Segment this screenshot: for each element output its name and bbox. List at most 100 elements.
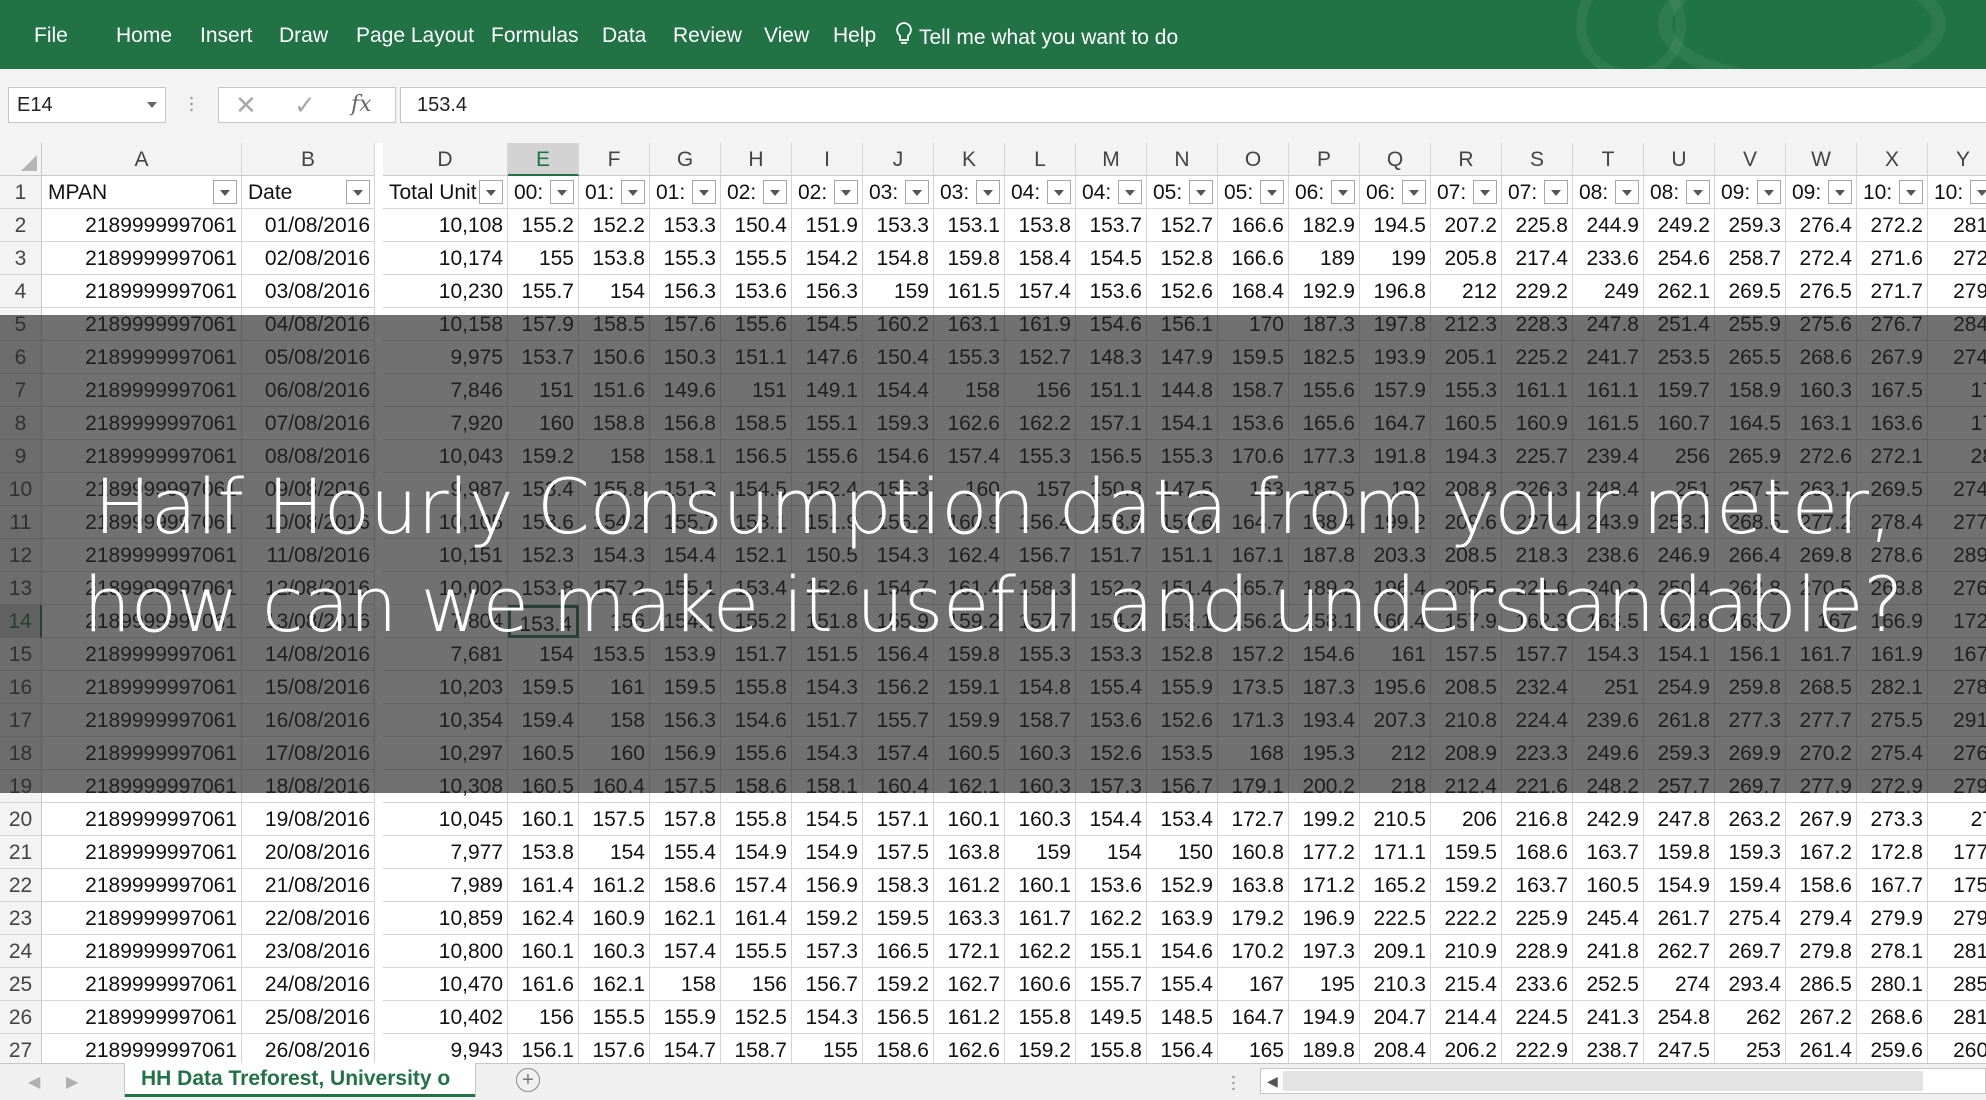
table-cell[interactable]: 155.8 xyxy=(1076,1034,1147,1063)
row-header[interactable]: 26 xyxy=(0,1001,42,1034)
filter-dropdown-icon[interactable] xyxy=(1686,180,1710,204)
table-cell[interactable]: 154 xyxy=(579,275,650,308)
table-cell[interactable]: 238.7 xyxy=(1573,1034,1644,1063)
table-cell[interactable]: 177. xyxy=(1928,836,1986,869)
column-header-v[interactable]: V xyxy=(1715,143,1786,176)
table-cell[interactable]: 9,943 xyxy=(383,1034,508,1063)
row-header[interactable]: 1 xyxy=(0,176,42,209)
table-cell[interactable]: 158.3 xyxy=(863,869,934,902)
table-cell[interactable]: 267.9 xyxy=(1786,803,1857,836)
table-cell[interactable]: 166.5 xyxy=(863,935,934,968)
row-header[interactable]: 27 xyxy=(0,1034,42,1063)
table-cell[interactable]: 286.5 xyxy=(1786,968,1857,1001)
drag-handle-icon[interactable] xyxy=(1232,1074,1235,1092)
table-cell[interactable]: 152.8 xyxy=(1147,242,1218,275)
table-cell[interactable]: 156.7 xyxy=(792,968,863,1001)
table-cell[interactable]: 271.7 xyxy=(1857,275,1928,308)
table-cell[interactable]: 269.5 xyxy=(1715,275,1786,308)
sheet-tab-active[interactable]: HH Data Treforest, University o xyxy=(125,1063,475,1097)
enter-icon[interactable]: ✓ xyxy=(294,90,316,121)
table-cell[interactable]: 20/08/2016 xyxy=(242,836,375,869)
table-cell[interactable]: 10,859 xyxy=(383,902,508,935)
table-cell[interactable]: 152.9 xyxy=(1147,869,1218,902)
table-cell[interactable]: 276.5 xyxy=(1786,275,1857,308)
filter-dropdown-icon[interactable] xyxy=(1402,180,1426,204)
table-header-cell[interactable]: 03: xyxy=(934,176,1005,209)
add-sheet-icon[interactable]: + xyxy=(516,1068,540,1092)
table-cell[interactable]: 170.2 xyxy=(1218,935,1289,968)
table-cell[interactable]: 161.4 xyxy=(721,902,792,935)
table-cell[interactable]: 278.1 xyxy=(1857,935,1928,968)
prev-sheet-icon[interactable]: ◀ xyxy=(28,1072,40,1092)
table-cell[interactable]: 267.2 xyxy=(1786,1001,1857,1034)
table-cell[interactable]: 217.4 xyxy=(1502,242,1573,275)
scrollbar-thumb[interactable] xyxy=(1283,1071,1923,1091)
table-cell[interactable]: 166.6 xyxy=(1218,209,1289,242)
table-header-cell[interactable]: Date xyxy=(242,176,375,209)
table-cell[interactable]: 259.6 xyxy=(1857,1034,1928,1063)
table-cell[interactable]: 205.8 xyxy=(1431,242,1502,275)
table-cell[interactable]: 171.1 xyxy=(1360,836,1431,869)
table-cell[interactable]: 162.7 xyxy=(934,968,1005,1001)
table-cell[interactable]: 158 xyxy=(650,968,721,1001)
column-header-m[interactable]: M xyxy=(1076,143,1147,176)
table-cell[interactable]: 154.4 xyxy=(1076,803,1147,836)
tab-insert[interactable]: Insert xyxy=(200,0,253,69)
table-cell[interactable]: 233.6 xyxy=(1573,242,1644,275)
table-header-cell[interactable]: 10: xyxy=(1928,176,1986,209)
table-cell[interactable]: 24/08/2016 xyxy=(242,968,375,1001)
table-header-cell[interactable]: 09: xyxy=(1786,176,1857,209)
table-cell[interactable]: 156.1 xyxy=(508,1034,579,1063)
table-cell[interactable]: 179.2 xyxy=(1218,902,1289,935)
table-cell[interactable]: 19/08/2016 xyxy=(242,803,375,836)
table-cell[interactable]: 279. xyxy=(1928,902,1986,935)
table-header-cell[interactable]: 04: xyxy=(1076,176,1147,209)
table-header-cell[interactable]: 01: xyxy=(579,176,650,209)
table-cell[interactable]: 153.6 xyxy=(1076,869,1147,902)
table-cell[interactable]: 285. xyxy=(1928,968,1986,1001)
table-cell[interactable]: 215.4 xyxy=(1431,968,1502,1001)
select-all-corner[interactable] xyxy=(0,143,42,176)
table-cell[interactable]: 155.2 xyxy=(508,209,579,242)
table-cell[interactable]: 168.6 xyxy=(1502,836,1573,869)
table-header-cell[interactable]: 01: xyxy=(650,176,721,209)
table-cell[interactable]: 199.2 xyxy=(1289,803,1360,836)
table-cell[interactable]: 162.6 xyxy=(934,1034,1005,1063)
table-cell[interactable]: 196.9 xyxy=(1289,902,1360,935)
tab-file[interactable]: File xyxy=(34,0,68,69)
table-cell[interactable]: 208.4 xyxy=(1360,1034,1431,1063)
table-cell[interactable]: 262.1 xyxy=(1644,275,1715,308)
table-cell[interactable]: 242.9 xyxy=(1573,803,1644,836)
table-cell[interactable]: 241.8 xyxy=(1573,935,1644,968)
table-cell[interactable]: 153.1 xyxy=(934,209,1005,242)
filter-dropdown-icon[interactable] xyxy=(479,180,503,204)
filter-dropdown-icon[interactable] xyxy=(213,180,237,204)
filter-dropdown-icon[interactable] xyxy=(1189,180,1213,204)
row-header[interactable]: 23 xyxy=(0,902,42,935)
table-cell[interactable]: 155.3 xyxy=(650,242,721,275)
table-cell[interactable]: 272.2 xyxy=(1857,209,1928,242)
column-header-e[interactable]: E xyxy=(508,143,579,176)
table-cell[interactable]: 157.8 xyxy=(650,803,721,836)
table-cell[interactable]: 159.2 xyxy=(792,902,863,935)
column-header-t[interactable]: T xyxy=(1573,143,1644,176)
table-cell[interactable]: 152.7 xyxy=(1147,209,1218,242)
horizontal-scrollbar[interactable]: ◀ xyxy=(1260,1068,1986,1094)
column-header-s[interactable]: S xyxy=(1502,143,1573,176)
table-cell[interactable]: 159.8 xyxy=(934,242,1005,275)
column-header-w[interactable]: W xyxy=(1786,143,1857,176)
cancel-icon[interactable]: ✕ xyxy=(235,90,257,121)
filter-dropdown-icon[interactable] xyxy=(1970,180,1986,204)
table-header-cell[interactable]: 07: xyxy=(1431,176,1502,209)
insert-function-icon[interactable]: fx xyxy=(351,92,372,117)
table-cell[interactable]: 27 xyxy=(1928,803,1986,836)
tab-page-layout[interactable]: Page Layout xyxy=(356,0,474,69)
column-header-k[interactable]: K xyxy=(934,143,1005,176)
filter-dropdown-icon[interactable] xyxy=(346,180,370,204)
table-cell[interactable]: 274 xyxy=(1644,968,1715,1001)
table-cell[interactable]: 153.8 xyxy=(508,836,579,869)
table-cell[interactable]: 2189999997061 xyxy=(42,242,242,275)
table-cell[interactable]: 2189999997061 xyxy=(42,869,242,902)
table-cell[interactable]: 2189999997061 xyxy=(42,275,242,308)
column-header-g[interactable]: G xyxy=(650,143,721,176)
